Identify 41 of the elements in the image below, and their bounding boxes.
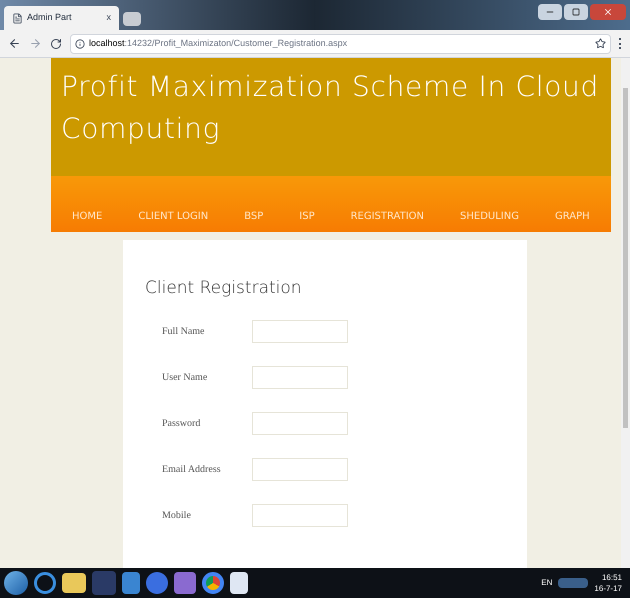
nav-link[interactable]: BSP	[244, 209, 264, 224]
nav-link[interactable]: CLIENT LOGIN	[138, 209, 208, 224]
site-title: Profit Maximization Scheme In Cloud Computing	[61, 69, 600, 147]
reload-icon[interactable]	[50, 38, 62, 50]
nav-link[interactable]: ISP	[299, 209, 315, 224]
tab-title: Admin Part	[27, 11, 73, 24]
nav-link[interactable]: GRAPH	[555, 209, 590, 224]
url-text: localhost:14232/Profit_Maximizaton/Customer_Registration.aspx	[89, 36, 348, 50]
close-icon	[603, 7, 613, 17]
new-tab-button[interactable]	[123, 12, 141, 26]
nav-link[interactable]: HOME	[72, 209, 102, 224]
browser-tab[interactable]: Admin Part x	[4, 6, 119, 30]
clock-date: 16-7-17	[594, 583, 622, 594]
field-label: Mobile	[161, 508, 192, 522]
language-indicator[interactable]: EN	[541, 577, 552, 589]
field-label: Full Name	[161, 324, 206, 338]
clock-time: 16:51	[602, 572, 622, 583]
scrollbar[interactable]	[621, 58, 630, 568]
input-field[interactable]	[252, 320, 348, 342]
field-label: User Name	[161, 370, 208, 384]
tab-close[interactable]: x	[106, 11, 111, 25]
minimize-button[interactable]	[538, 4, 562, 20]
field-label: Email Address	[161, 462, 222, 476]
input-field[interactable]	[252, 412, 348, 434]
input-field[interactable]	[252, 366, 348, 388]
input-field[interactable]	[252, 504, 348, 526]
address-bar[interactable]: localhost:14232/Profit_Maximizaton/Customer_Registration.aspx	[70, 34, 611, 54]
field-label: Password	[161, 416, 202, 430]
maximize-icon	[572, 8, 580, 16]
nav-link[interactable]: REGISTRATION	[350, 209, 424, 224]
menu-icon[interactable]	[619, 38, 622, 49]
maximize-button[interactable]	[564, 4, 588, 20]
bookmark-icon[interactable]	[595, 38, 606, 49]
info-icon	[75, 38, 85, 48]
chrome-icon[interactable]	[202, 572, 224, 594]
form-title: Client Registration	[145, 277, 303, 300]
input-field[interactable]	[252, 458, 348, 480]
back-icon[interactable]	[8, 37, 21, 50]
forward-icon[interactable]	[29, 37, 42, 50]
page-icon	[12, 12, 23, 24]
nav-link[interactable]: SHEDULING	[460, 209, 519, 224]
